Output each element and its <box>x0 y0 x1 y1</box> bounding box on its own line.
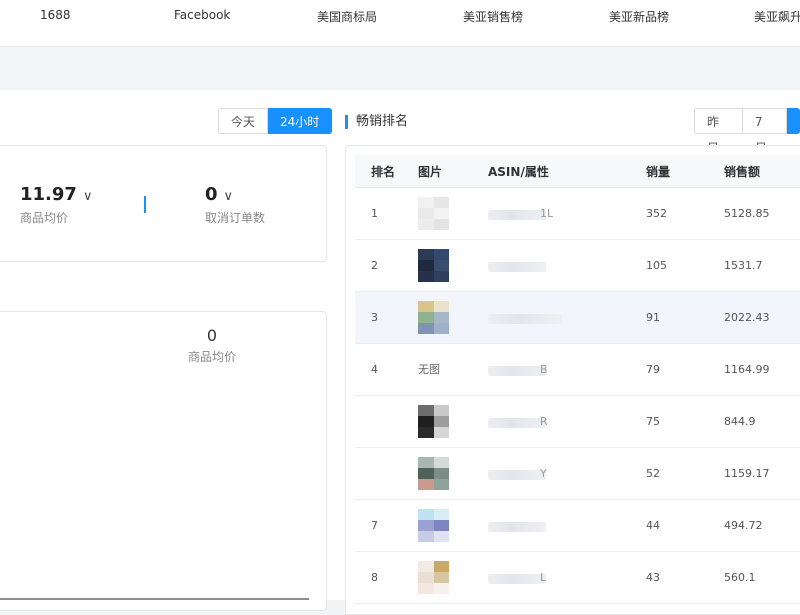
asin-link[interactable]: R <box>488 415 562 429</box>
row-rank: 3 <box>355 291 417 344</box>
product-thumbnail[interactable] <box>418 301 449 334</box>
avg-price-label: 商品均价 <box>20 211 69 225</box>
row-rank: 1 <box>355 187 417 240</box>
product-thumbnail[interactable] <box>418 405 449 438</box>
table-header-row: 排名 图片 ASIN/属性 销量 销售额 <box>355 155 800 188</box>
overview-time-tabs: 今天 24小时 <box>218 108 333 134</box>
table-row[interactable]: 1 1L 352 5128.85 <box>355 187 800 240</box>
asin-link[interactable] <box>488 311 562 325</box>
row-rank <box>355 395 417 448</box>
asin-link[interactable]: 1L <box>488 207 562 221</box>
asin-link[interactable] <box>488 519 562 533</box>
nav-link-amazon-movers[interactable]: 美亚飙升 <box>754 8 800 25</box>
tab-more-range[interactable] <box>786 108 800 134</box>
asin-link[interactable]: B <box>488 363 562 377</box>
tab-7-days[interactable]: 7日 <box>742 108 787 155</box>
product-thumbnail[interactable] <box>418 561 449 594</box>
product-thumbnail[interactable] <box>418 249 449 282</box>
nav-link-amazon-bestsellers[interactable]: 美亚销售榜 <box>463 8 523 25</box>
avg-price-value: 11.97 <box>20 184 77 205</box>
row-quantity: 79 <box>645 343 723 396</box>
row-sales: 5128.85 <box>723 187 800 240</box>
row-rank <box>355 447 417 500</box>
asin-link[interactable] <box>488 259 562 273</box>
column-header-asin: ASIN/属性 <box>487 155 645 188</box>
table-row[interactable]: 4 无图 B 79 1164.99 <box>355 343 800 396</box>
nav-link-facebook[interactable]: Facebook <box>174 8 230 22</box>
row-quantity: 91 <box>645 291 723 344</box>
table-row[interactable]: Y 52 1159.17 <box>355 447 800 500</box>
product-thumbnail[interactable] <box>418 197 449 230</box>
table-row[interactable]: 7 44 494.72 <box>355 499 800 552</box>
nav-link-1688[interactable]: 1688 <box>40 8 71 22</box>
row-sales: 844.9 <box>723 395 800 448</box>
product-thumbnail[interactable] <box>418 457 449 490</box>
avg-price-value-group[interactable]: 11.97 ∨ <box>20 184 92 205</box>
table-row[interactable]: R 75 844.9 <box>355 395 800 448</box>
stat-divider <box>144 196 146 213</box>
column-header-rank[interactable]: 排名 <box>355 155 417 188</box>
row-quantity: 75 <box>645 395 723 448</box>
table-row[interactable]: 3 91 2022.43 <box>355 291 800 344</box>
top-navigation-bar: 1688 Facebook 美国商标局 美亚销售榜 美亚新品榜 美亚飙升 <box>0 0 800 47</box>
table-row[interactable]: 8 L 43 560.1 <box>355 551 800 604</box>
row-rank: 4 <box>355 343 417 396</box>
secondary-value: 0 <box>206 326 218 345</box>
column-header-quantity[interactable]: 销量 <box>645 155 723 188</box>
chevron-down-icon: ∨ <box>223 189 234 204</box>
row-quantity: 52 <box>645 447 723 500</box>
column-header-image: 图片 <box>417 155 487 188</box>
row-sales: 1159.17 <box>723 447 800 500</box>
table-row[interactable]: 2 105 1531.7 <box>355 239 800 292</box>
header-band <box>0 47 800 90</box>
row-quantity: 105 <box>645 239 723 292</box>
row-quantity: 44 <box>645 499 723 552</box>
nav-link-amazon-new-releases[interactable]: 美亚新品榜 <box>609 8 669 25</box>
row-quantity: 43 <box>645 551 723 604</box>
secondary-stats-card: 0 商品均价 <box>0 311 327 611</box>
row-quantity: 352 <box>645 187 723 240</box>
column-header-sales[interactable]: 销售额 <box>723 155 800 188</box>
secondary-label: 商品均价 <box>187 350 236 364</box>
row-rank: 8 <box>355 551 417 604</box>
row-sales: 1531.7 <box>723 239 800 292</box>
ranking-table: 排名 图片 ASIN/属性 销量 销售额 1 1L 352 5128.85 2 … <box>355 155 800 604</box>
row-sales: 494.72 <box>723 499 800 552</box>
product-thumbnail[interactable] <box>418 509 449 542</box>
ranking-title: 畅销排名 <box>345 115 408 129</box>
cancelled-orders-value: 0 <box>205 184 218 205</box>
row-sales: 2022.43 <box>723 291 800 344</box>
row-sales: 560.1 <box>723 551 800 604</box>
row-rank: 2 <box>355 239 417 292</box>
asin-link[interactable]: L <box>488 571 562 585</box>
chevron-down-icon: ∨ <box>82 189 93 204</box>
overview-panel: 今天 24小时 11.97 ∨ 商品均价 0 ∨ 取消订单数 0 商品均价 <box>0 90 335 611</box>
tab-yesterday[interactable]: 昨日 <box>694 108 743 155</box>
no-image-placeholder: 无图 <box>418 363 440 376</box>
ranking-table-card: 排名 图片 ASIN/属性 销量 销售额 1 1L 352 5128.85 2 … <box>345 145 800 615</box>
ranking-panel: 畅销排名 昨日 7日 排名 图片 ASIN/属性 销量 销售额 <box>335 90 800 615</box>
ranking-range-tabs: 昨日 7日 <box>694 108 800 155</box>
asin-link[interactable]: Y <box>488 467 562 481</box>
stats-card: 11.97 ∨ 商品均价 0 ∨ 取消订单数 <box>0 145 327 262</box>
tab-24-hours[interactable]: 24小时 <box>268 108 333 134</box>
cancelled-orders-label: 取消订单数 <box>205 211 266 225</box>
tab-today[interactable]: 今天 <box>218 108 269 134</box>
nav-link-us-trademark-office[interactable]: 美国商标局 <box>317 8 377 25</box>
cancelled-orders-value-group[interactable]: 0 ∨ <box>205 184 233 205</box>
row-rank: 7 <box>355 499 417 552</box>
row-sales: 1164.99 <box>723 343 800 396</box>
